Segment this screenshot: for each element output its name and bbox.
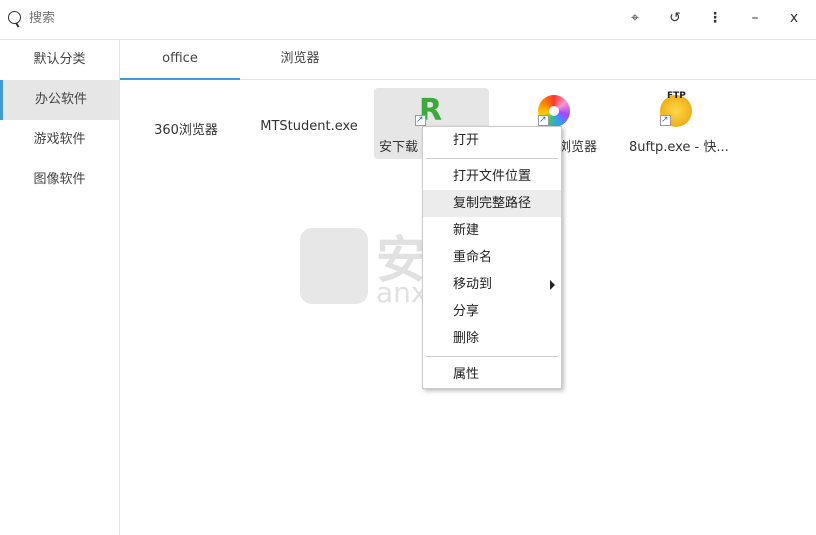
tab-bar: office 浏览器 bbox=[120, 40, 816, 80]
tab-office[interactable]: office bbox=[120, 40, 240, 80]
menu-item-share[interactable]: 分享 bbox=[423, 298, 561, 325]
menu-item-open[interactable]: 打开 bbox=[423, 127, 561, 154]
menu-item-properties[interactable]: 属性 bbox=[423, 361, 561, 388]
sidebar-item-image[interactable]: 图像软件 bbox=[0, 160, 119, 200]
top-bar: ⌖ ↺ ⋮ – x bbox=[0, 0, 816, 40]
sidebar-item-default[interactable]: 默认分类 bbox=[0, 40, 119, 80]
app-icon-browser: ↗ bbox=[538, 95, 570, 127]
more-icon[interactable]: ⋮ bbox=[705, 10, 725, 26]
context-menu: 打开 打开文件位置 复制完整路径 新建 重命名 移动到 分享 删除 属性 bbox=[422, 126, 562, 389]
tab-browser[interactable]: 浏览器 bbox=[240, 40, 360, 80]
app-icon-ftp: FTP ↗ bbox=[660, 91, 692, 127]
menu-divider bbox=[426, 158, 558, 159]
app-item-mtstudent[interactable]: MTStudent.exe bbox=[255, 119, 363, 134]
pin-icon[interactable]: ⌖ bbox=[625, 10, 645, 26]
minimize-button[interactable]: – bbox=[745, 10, 765, 26]
search-input[interactable] bbox=[29, 11, 229, 26]
menu-item-delete[interactable]: 删除 bbox=[423, 325, 561, 352]
sidebar: 默认分类 办公软件 游戏软件 图像软件 bbox=[0, 40, 120, 535]
menu-item-rename[interactable]: 重命名 bbox=[423, 244, 561, 271]
menu-item-new[interactable]: 新建 bbox=[423, 217, 561, 244]
sidebar-item-office[interactable]: 办公软件 bbox=[0, 80, 119, 120]
history-icon[interactable]: ↺ bbox=[665, 10, 685, 26]
close-button[interactable]: x bbox=[784, 10, 804, 26]
menu-item-open-location[interactable]: 打开文件位置 bbox=[423, 163, 561, 190]
menu-divider bbox=[426, 356, 558, 357]
submenu-arrow-icon bbox=[550, 280, 555, 290]
menu-item-copy-path[interactable]: 复制完整路径 bbox=[423, 190, 561, 217]
menu-item-move-to[interactable]: 移动到 bbox=[423, 271, 561, 298]
app-item-360[interactable]: 360浏览器 bbox=[140, 119, 232, 138]
sidebar-item-games[interactable]: 游戏软件 bbox=[0, 120, 119, 160]
app-icon-anxz: R ↗ bbox=[415, 93, 443, 128]
search-icon[interactable] bbox=[8, 11, 21, 24]
